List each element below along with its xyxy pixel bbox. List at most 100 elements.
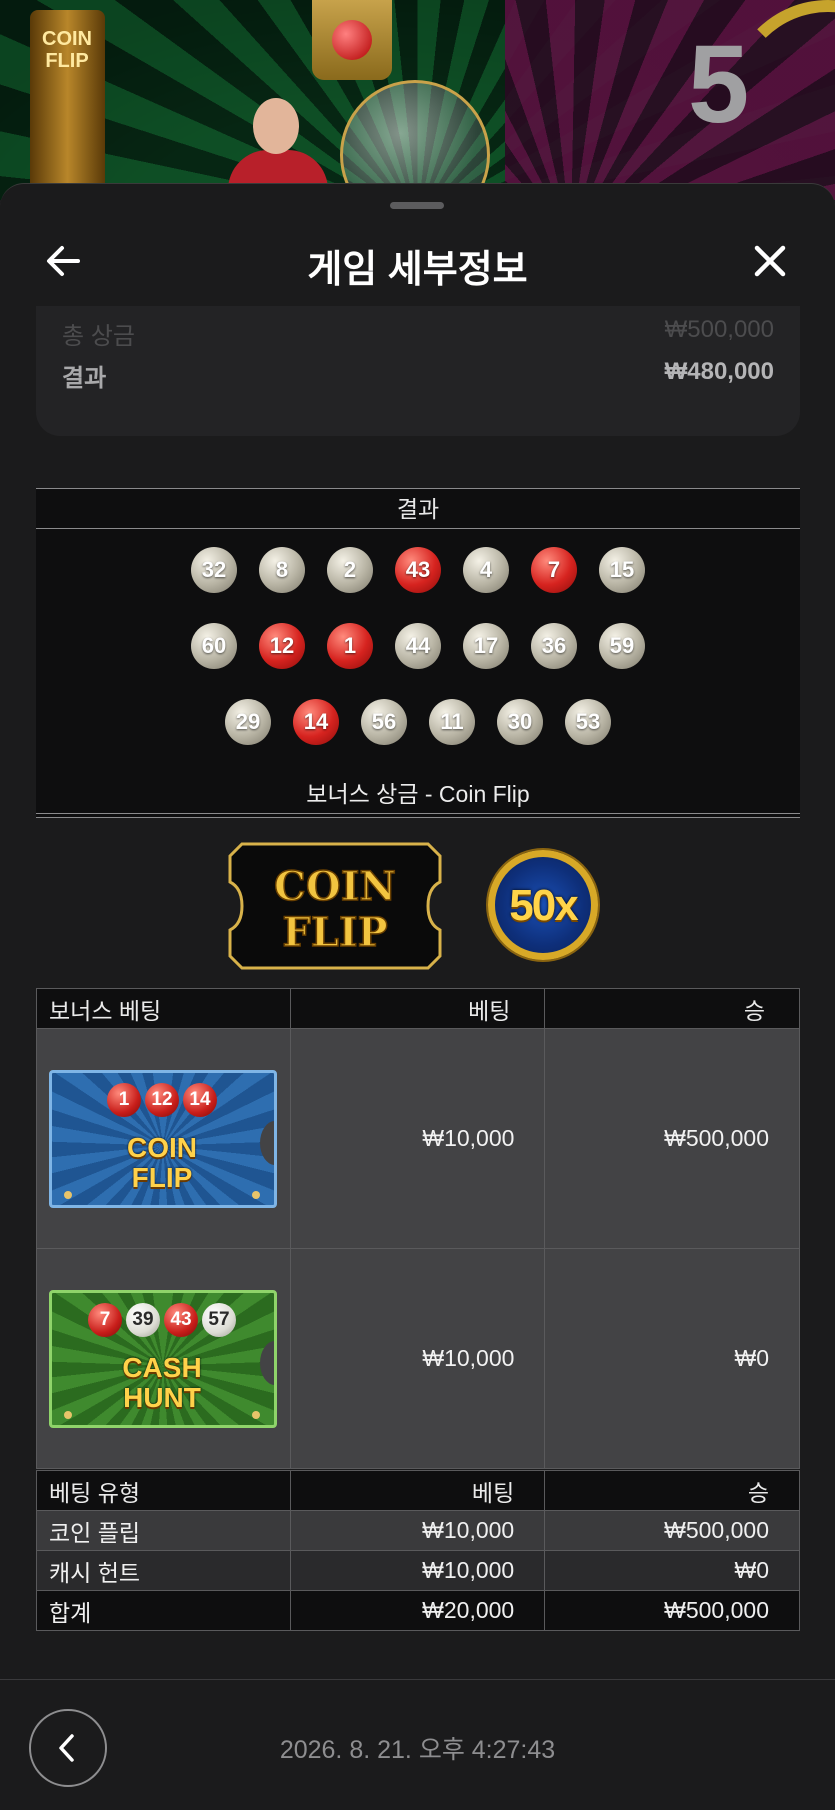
- pillar-text: COIN FLIP: [42, 28, 92, 72]
- ticket-ball: 14: [183, 1082, 217, 1117]
- ticket-dot: [252, 1190, 260, 1199]
- coin-flip-logo: COIN FLIP: [228, 842, 442, 970]
- result-ball: 8: [259, 547, 305, 593]
- ticket-ball: 12: [145, 1082, 179, 1117]
- bonus-prize-title: 보너스 상금 - Coin Flip: [36, 774, 800, 814]
- ticket-ball: 43: [164, 1302, 198, 1337]
- ticket-name-line-2: HUNT: [123, 1381, 201, 1413]
- total-prize-row: 총 상금 ₩500,000: [62, 316, 774, 351]
- bet-type-name: 캐시 헌트: [36, 1550, 291, 1591]
- result-ball: 7: [531, 547, 577, 593]
- bet-types-table: 베팅 유형 베팅 승 코인 플립 ₩10,000 ₩500,000 캐시 헌트 …: [36, 1470, 800, 1631]
- bonus-bets-table: 보너스 베팅 베팅 승 1 12 14 COIN FLIP ₩10,000 ₩500…: [36, 988, 800, 1469]
- ball-row: 60 12 1 44 17 36 59: [36, 623, 800, 669]
- bet-amount: ₩10,000: [289, 1028, 546, 1249]
- result-ball: 36: [531, 623, 577, 669]
- bet-type-name: 코인 플립: [36, 1510, 291, 1551]
- total-win: ₩500,000: [544, 1590, 800, 1631]
- ticket-star: [252, 1410, 260, 1419]
- total-row: 합계 ₩20,000 ₩500,000: [36, 1590, 800, 1631]
- result-ball: 29: [225, 699, 271, 745]
- game-video-background: COIN FLIP 5: [0, 0, 835, 200]
- ticket-name-line-2: FLIP: [131, 1161, 193, 1193]
- ball-capsule: [312, 0, 392, 80]
- summary-card: 총 상금 ₩500,000 결과 ₩480,000: [36, 306, 800, 436]
- ticket-numbers: 1 12 14: [52, 1082, 272, 1117]
- results-box: 결과 32 8 2 43 4 7 15 60 12 1 44 17 36 59 29 14 56 11 30 53: [36, 488, 800, 818]
- round-timestamp: 2026. 8. 21. 오후 4:27:43: [279, 1736, 556, 1764]
- ticket-name: CASH HUNT: [52, 1352, 272, 1413]
- ticket-star: [64, 1410, 72, 1419]
- result-value: ₩480,000: [664, 358, 774, 385]
- result-label: 결과: [62, 365, 107, 392]
- game-details-sheet: 게임 세부정보 총 상금 ₩500,000 결과 ₩480,000 결과 32 8…: [0, 183, 835, 1810]
- result-ball: 15: [599, 547, 645, 593]
- ticket-numbers: 7 39 43 57: [52, 1302, 272, 1337]
- drag-handle[interactable]: [390, 202, 444, 209]
- header-bet: 베팅: [289, 1470, 546, 1511]
- result-ball: 1: [327, 623, 373, 669]
- table-row: 캐시 헌트 ₩10,000 ₩0: [36, 1550, 800, 1591]
- cash-hunt-ticket-cell: 7 39 43 57 CASH HUNT: [36, 1248, 291, 1469]
- result-ball: 43: [395, 547, 441, 593]
- result-ball: 53: [565, 699, 611, 745]
- result-ball: 59: [599, 623, 645, 669]
- win-amount: ₩500,000: [544, 1028, 800, 1249]
- win-amount: ₩0: [544, 1248, 800, 1469]
- ticket-name-line-1: COIN: [127, 1131, 197, 1163]
- multiplier-value: 50x: [509, 881, 578, 930]
- result-ball: 32: [191, 547, 237, 593]
- result-row: 결과 ₩480,000: [62, 358, 774, 393]
- total-bet: ₩20,000: [289, 1590, 546, 1631]
- bet-amount: ₩10,000: [289, 1550, 546, 1591]
- logo-text-flip: FLIP: [282, 909, 387, 956]
- host-head: [253, 98, 299, 154]
- footer-divider: [0, 1679, 835, 1680]
- header-bet-type: 베팅 유형: [36, 1470, 291, 1511]
- coin-flip-ticket-icon: 1 12 14 COIN FLIP: [49, 1069, 277, 1208]
- ticket-ball: 57: [202, 1302, 236, 1337]
- header-bet: 베팅: [289, 988, 546, 1029]
- header-win: 승: [544, 988, 800, 1029]
- result-ball: 4: [463, 547, 509, 593]
- bet-types-header-row: 베팅 유형 베팅 승: [36, 1470, 800, 1511]
- table-row: 1 12 14 COIN FLIP ₩10,000 ₩500,000: [36, 1028, 800, 1249]
- ticket-ball: 39: [126, 1302, 160, 1337]
- ball-row: 29 14 56 11 30 53: [36, 699, 800, 745]
- logo-text-coin: COIN: [274, 863, 396, 910]
- coin-flip-ticket-cell: 1 12 14 COIN FLIP: [36, 1028, 291, 1249]
- win-amount: ₩0: [544, 1550, 800, 1591]
- capsule-ball: [332, 20, 372, 60]
- result-ball: 11: [429, 699, 475, 745]
- result-ball: 17: [463, 623, 509, 669]
- result-ball: 44: [395, 623, 441, 669]
- result-ball: 56: [361, 699, 407, 745]
- win-amount: ₩500,000: [544, 1510, 800, 1551]
- round-number: 5: [688, 23, 750, 146]
- ball-row: 32 8 2 43 4 7 15: [36, 547, 800, 593]
- header-win: 승: [544, 1470, 800, 1511]
- bet-amount: ₩10,000: [289, 1248, 546, 1469]
- bonus-bets-header-row: 보너스 베팅 베팅 승: [36, 988, 800, 1029]
- sheet-header: 게임 세부정보: [0, 224, 835, 304]
- ticket-ball: 1: [107, 1082, 141, 1117]
- results-header: 결과: [36, 489, 800, 529]
- ticket-name: COIN FLIP: [52, 1131, 272, 1193]
- result-ball: 14: [293, 699, 339, 745]
- header-bonus-bet: 보너스 베팅: [36, 988, 291, 1029]
- result-ball: 60: [191, 623, 237, 669]
- table-row: 코인 플립 ₩10,000 ₩500,000: [36, 1510, 800, 1551]
- result-ball: 30: [497, 699, 543, 745]
- cash-hunt-ticket-icon: 7 39 43 57 CASH HUNT: [49, 1289, 277, 1428]
- result-ball: 12: [259, 623, 305, 669]
- multiplier-badge: 50x: [488, 850, 598, 960]
- total-label: 합계: [36, 1590, 291, 1631]
- ticket-ball: 7: [88, 1302, 122, 1337]
- bet-amount: ₩10,000: [289, 1510, 546, 1551]
- close-icon[interactable]: [745, 236, 795, 286]
- ticket-dot: [64, 1190, 72, 1199]
- result-ball: 2: [327, 547, 373, 593]
- table-row: 7 39 43 57 CASH HUNT ₩10,000 ₩0: [36, 1248, 800, 1469]
- total-prize-value: ₩500,000: [664, 316, 774, 343]
- total-prize-label: 총 상금: [62, 323, 135, 350]
